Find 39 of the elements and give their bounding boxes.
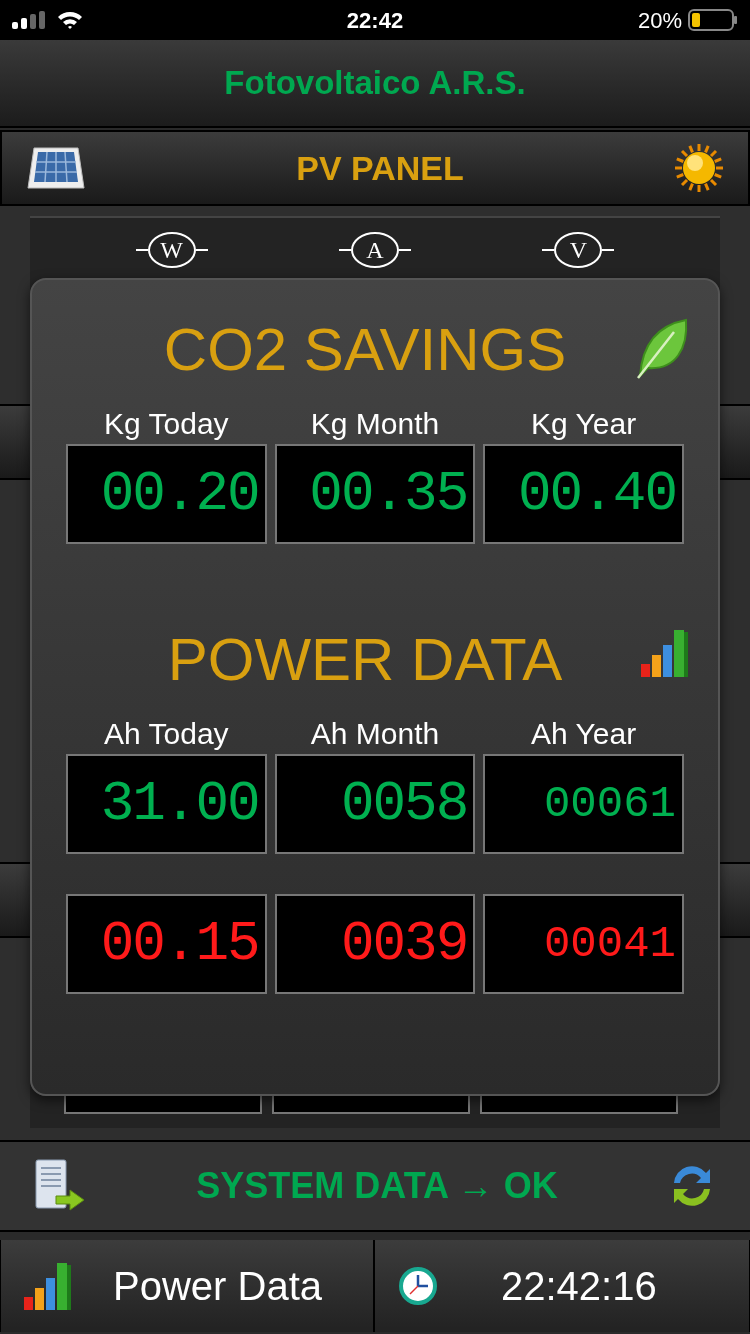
solar-panel-icon (26, 146, 86, 190)
clock-icon (399, 1267, 437, 1305)
battery-percent: 20% (637, 6, 682, 35)
sun-icon (674, 143, 724, 193)
bar-chart-icon (23, 1261, 73, 1311)
signal-icon (12, 11, 46, 29)
column-label: Kg Year (531, 406, 637, 442)
status-time: 22:42 (346, 6, 404, 35)
meter-symbol: V (554, 232, 603, 268)
display-reading: 00.20 (100, 466, 259, 522)
column-label: Ah Month (310, 716, 440, 752)
tab-label: 22:42:16 (501, 1263, 657, 1310)
column-label: Ah Today (104, 716, 229, 752)
wifi-icon (56, 10, 84, 30)
app-title: Fotovoltaico A.R.S. (224, 63, 526, 104)
section-heading: POWER DATA (167, 625, 563, 695)
column-label: Ah Year (531, 716, 637, 752)
display-reading: 31.00 (100, 776, 259, 832)
bar-chart-icon (640, 628, 690, 678)
display-reading: 00.15 (100, 916, 259, 972)
tab-button[interactable]: Power Data (0, 1240, 374, 1332)
column-label: Kg Today (104, 406, 229, 442)
meter-symbol: A (351, 232, 399, 268)
system-status: SYSTEM DATA → OK (196, 1164, 558, 1208)
leaf-icon (634, 318, 690, 380)
display-reading: 00.40 (517, 466, 676, 522)
battery-icon (688, 8, 738, 32)
tab-label: Power Data (113, 1263, 322, 1310)
display-reading: 0039 (340, 916, 468, 972)
column-label: Kg Month (310, 406, 440, 442)
document-arrow-icon (34, 1158, 86, 1214)
display-reading: 00041 (543, 922, 676, 966)
meter-symbol: W (147, 232, 196, 268)
display-reading: 00.35 (309, 466, 468, 522)
section-title: PV PANEL (296, 147, 464, 189)
display-reading: 00061 (543, 782, 676, 826)
display-reading: 0058 (340, 776, 468, 832)
tab-button[interactable]: 22:42:16 (374, 1240, 750, 1332)
section-heading: CO2 SAVINGS (163, 315, 567, 385)
